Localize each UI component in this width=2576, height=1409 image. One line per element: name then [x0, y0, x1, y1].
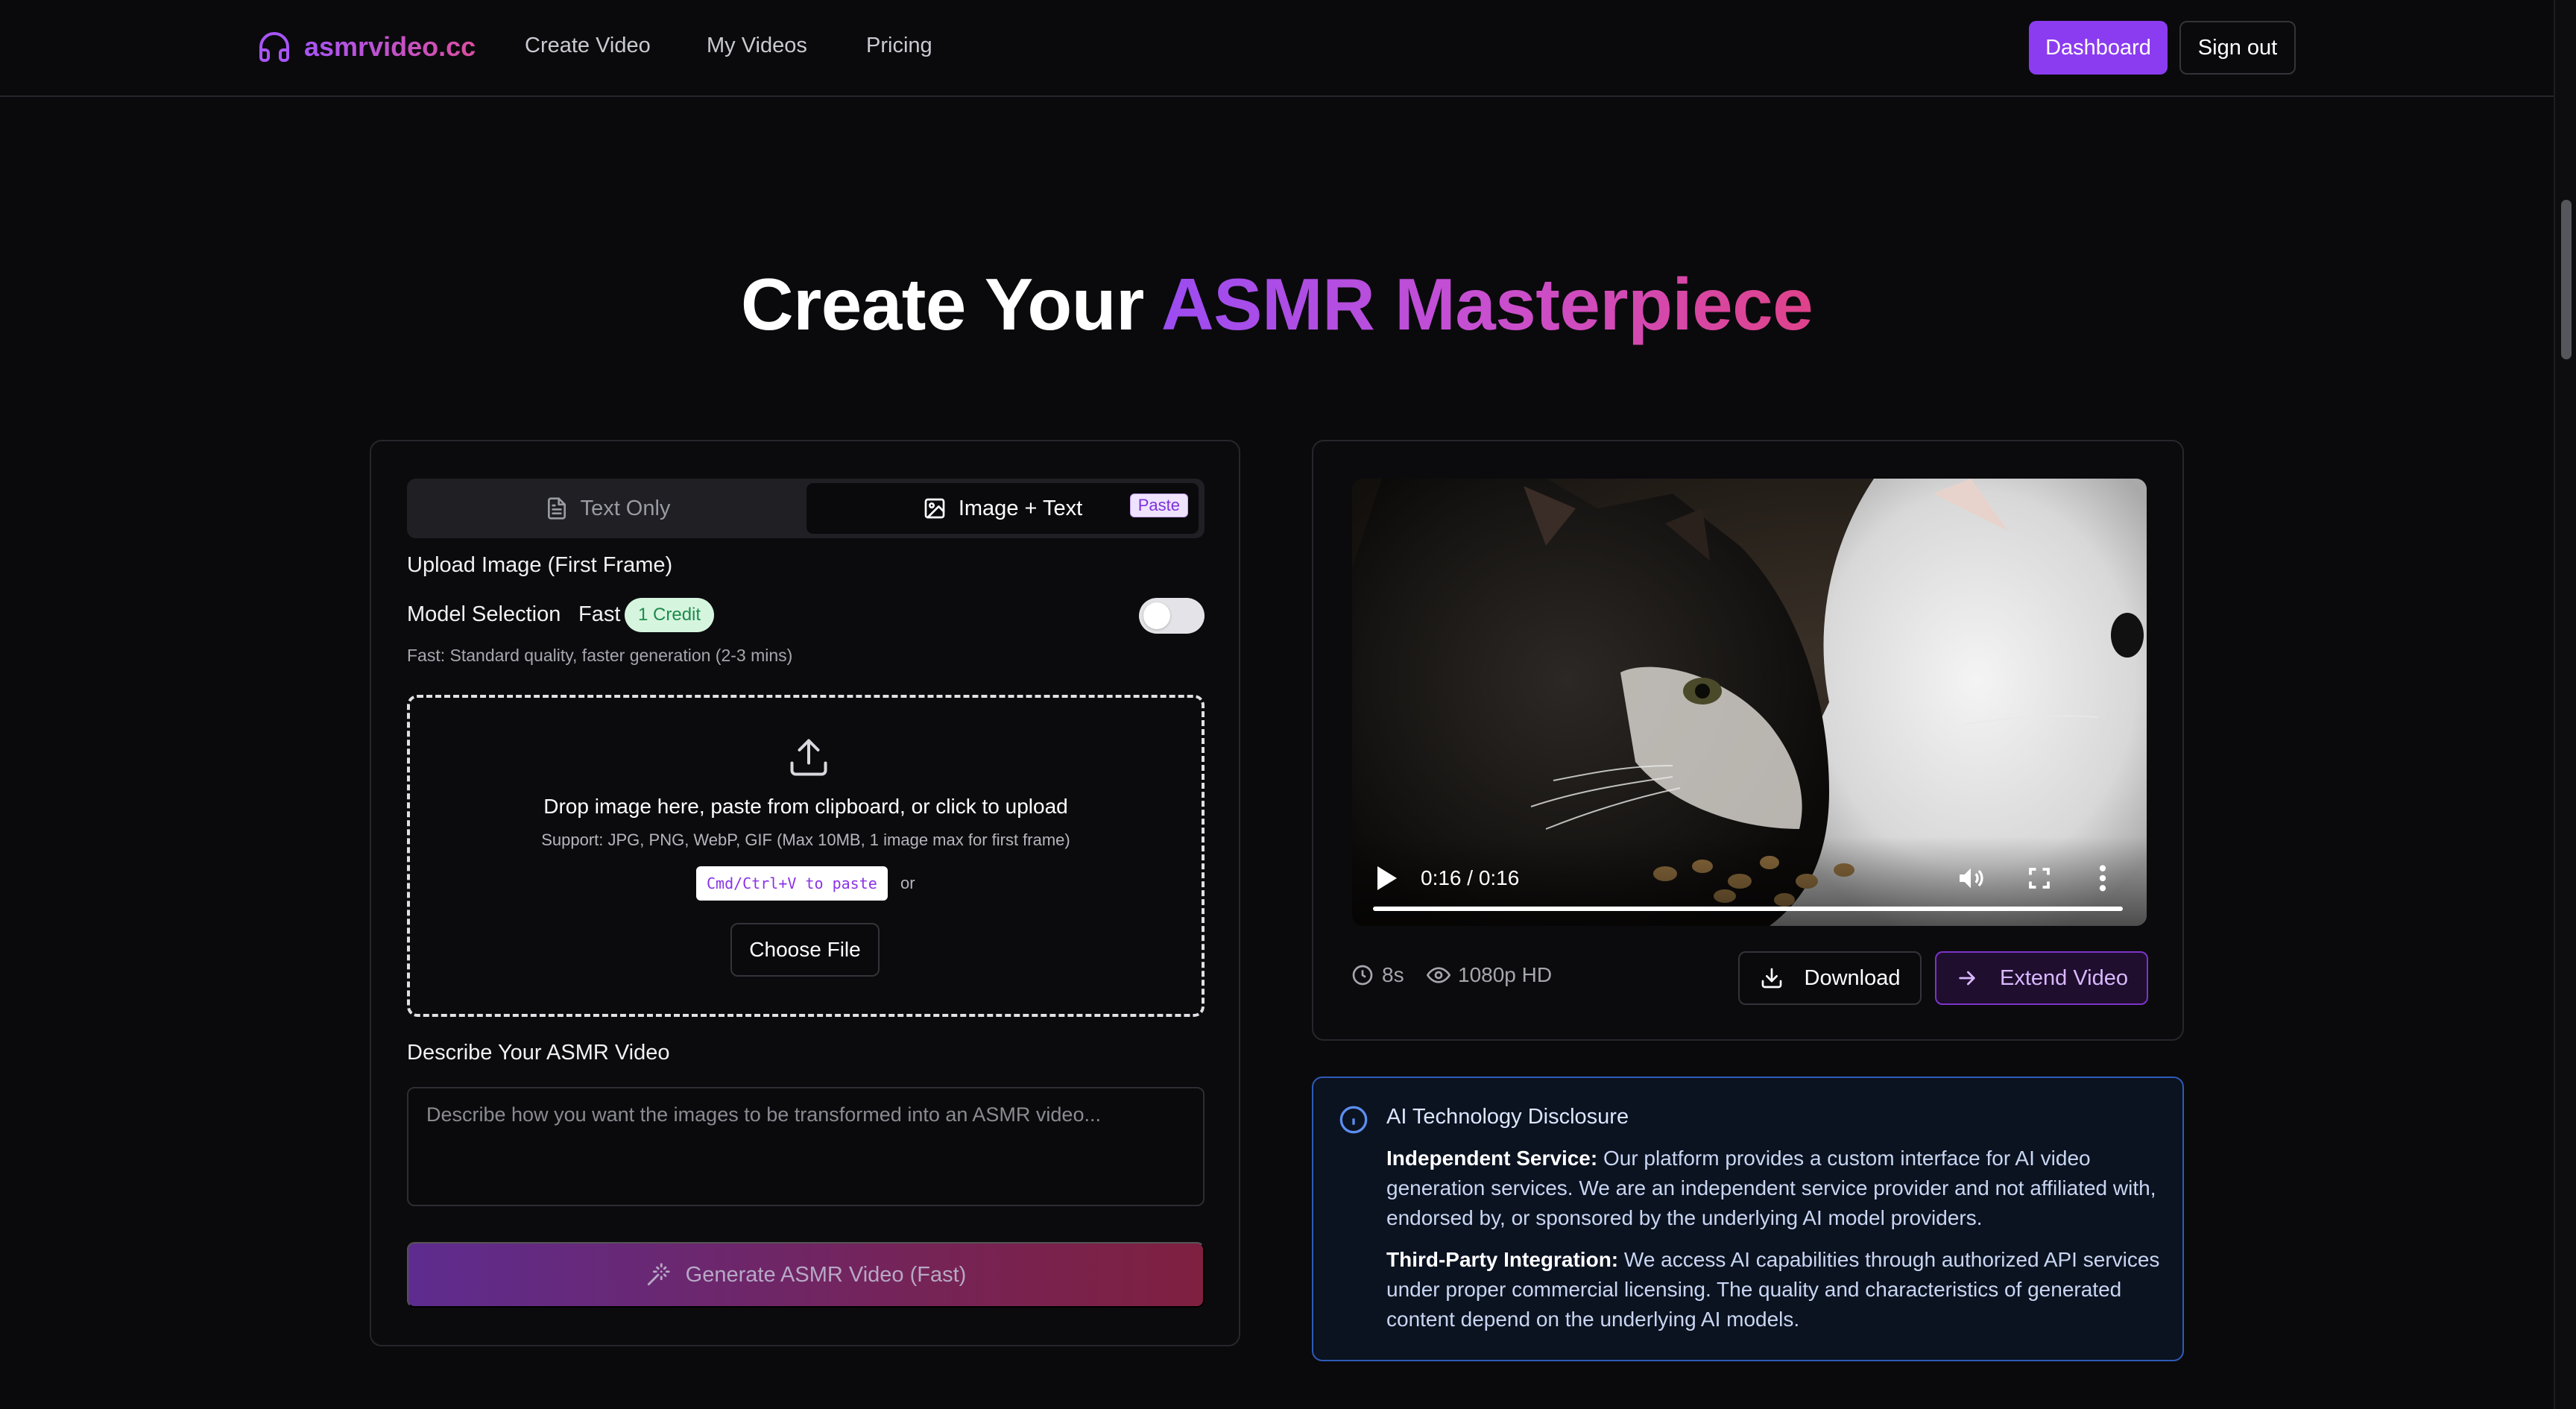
upload-icon: [790, 739, 827, 776]
tab-image-text-label: Image + Text: [958, 496, 1083, 520]
disclosure-third-party: Third-Party Integration: We access AI ca…: [1386, 1245, 2162, 1334]
extend-video-button[interactable]: Extend Video: [1935, 951, 2148, 1005]
choose-file-button[interactable]: Choose File: [730, 923, 880, 977]
nav-my-videos[interactable]: My Videos: [707, 34, 807, 58]
fullscreen-icon[interactable]: [2026, 865, 2053, 892]
tab-text-only-label: Text Only: [580, 496, 671, 520]
model-toggle[interactable]: [1139, 598, 1205, 634]
page-scrollbar[interactable]: [2554, 0, 2576, 1409]
video-quality: 1080p HD: [1427, 963, 1552, 987]
volume-icon[interactable]: [1956, 863, 1986, 893]
create-form-card: Text Only Image + Text Paste Upload Imag…: [370, 440, 1240, 1346]
disclosure-independent: Independent Service: Our platform provid…: [1386, 1144, 2162, 1233]
download-icon: [1761, 968, 1781, 989]
tab-image-text[interactable]: Image + Text Paste: [806, 483, 1199, 534]
model-value: Fast: [578, 602, 621, 626]
credit-badge: 1 Credit: [625, 598, 715, 632]
brand-name: asmrvideo.cc: [304, 31, 476, 62]
brand-logo[interactable]: asmrvideo.cc: [256, 28, 476, 66]
quality-value: 1080p HD: [1458, 963, 1553, 986]
arrow-right-icon: [1959, 971, 1975, 986]
image-dropzone[interactable]: Drop image here, paste from clipboard, o…: [407, 695, 1205, 1017]
page: asmrvideo.cc Create Video My Videos Pric…: [0, 0, 2576, 1409]
model-hint: Fast: Standard quality, faster generatio…: [407, 646, 793, 665]
ai-disclosure: AI Technology Disclosure Independent Ser…: [1312, 1077, 2184, 1361]
nav-create-video[interactable]: Create Video: [525, 34, 651, 58]
generate-button[interactable]: Generate ASMR Video (Fast): [407, 1242, 1205, 1308]
dropzone-support: Support: JPG, PNG, WebP, GIF (Max 10MB, …: [541, 830, 1070, 849]
disclosure-title: AI Technology Disclosure: [1386, 1105, 1629, 1129]
title-highlight: ASMR Masterpiece: [1161, 263, 1813, 345]
upload-label: Upload Image (First Frame): [407, 553, 673, 577]
video-preview-card: 0:16 / 0:16 8s 1080p HD Download Extend …: [1312, 440, 2184, 1041]
image-icon: [924, 498, 945, 519]
download-label: Download: [1804, 965, 1901, 990]
independent-heading: Independent Service:: [1386, 1147, 1598, 1170]
download-button[interactable]: Download: [1738, 951, 1922, 1005]
generate-button-label: Generate ASMR Video (Fast): [685, 1262, 967, 1287]
play-icon[interactable]: [1374, 865, 1398, 892]
video-time: 0:16 / 0:16: [1421, 866, 1520, 889]
paste-badge: Paste: [1129, 494, 1188, 517]
info-icon: [1339, 1106, 1368, 1134]
sign-out-button[interactable]: Sign out: [2179, 21, 2296, 75]
video-duration: 8s: [1351, 963, 1404, 987]
nav-pricing[interactable]: Pricing: [866, 34, 932, 58]
title-plain: Create Your: [740, 263, 1161, 345]
top-nav: asmrvideo.cc Create Video My Videos Pric…: [0, 0, 2554, 97]
describe-input[interactable]: [407, 1087, 1205, 1206]
magic-wand-icon: [647, 1263, 670, 1286]
eye-icon: [1427, 967, 1450, 983]
duration-value: 8s: [1382, 963, 1404, 986]
paste-shortcut-hint: Cmd/Ctrl+V to paste: [696, 866, 888, 901]
dropzone-title: Drop image here, paste from clipboard, o…: [543, 795, 1068, 818]
mode-tabs: Text Only Image + Text Paste: [407, 479, 1205, 538]
video-player[interactable]: 0:16 / 0:16: [1352, 479, 2147, 926]
model-selection-label: Model Selection: [407, 602, 561, 626]
document-icon: [547, 497, 566, 520]
more-icon[interactable]: [2097, 863, 2108, 893]
tab-text-only[interactable]: Text Only: [411, 483, 804, 534]
video-progress-bar[interactable]: [1373, 907, 2123, 911]
or-text: or: [900, 874, 915, 892]
headphones-icon: [259, 32, 289, 62]
third-party-heading: Third-Party Integration:: [1386, 1248, 1619, 1271]
dashboard-button[interactable]: Dashboard: [2029, 21, 2168, 75]
video-frame: [1352, 479, 2147, 926]
describe-label: Describe Your ASMR Video: [407, 1041, 670, 1065]
extend-label: Extend Video: [2000, 965, 2128, 990]
scrollbar-thumb[interactable]: [2561, 200, 2572, 359]
clock-icon: [1352, 965, 1373, 986]
page-title: Create Your ASMR Masterpiece: [0, 262, 2554, 347]
